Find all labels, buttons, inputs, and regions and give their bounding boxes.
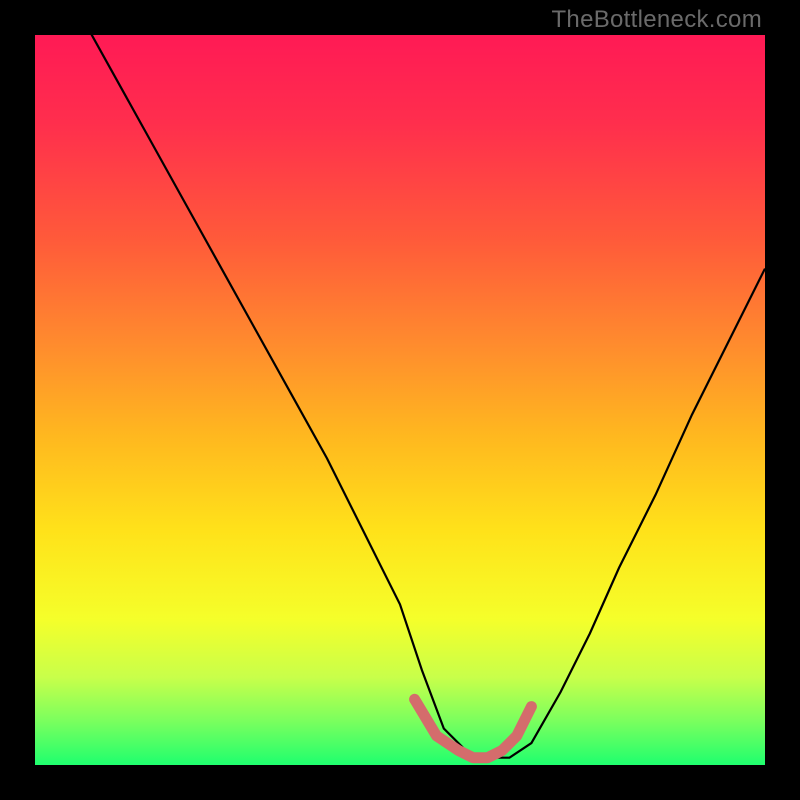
plot-area (35, 35, 765, 765)
chart-svg (35, 35, 765, 765)
chart-frame: TheBottleneck.com (0, 0, 800, 800)
watermark-text: TheBottleneck.com (551, 6, 762, 34)
gradient-background (35, 35, 765, 765)
